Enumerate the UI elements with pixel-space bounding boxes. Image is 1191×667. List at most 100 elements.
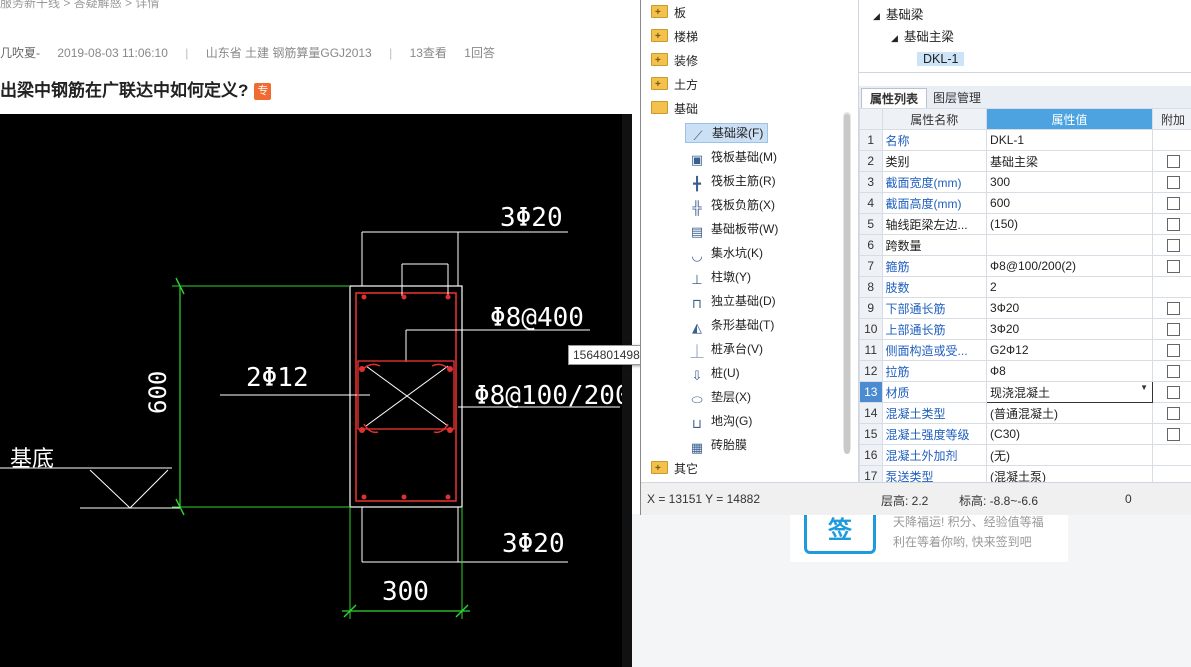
property-value-text: (普通混凝土) xyxy=(990,406,1059,421)
extra-checkbox[interactable] xyxy=(1166,260,1180,274)
property-value[interactable]: DKL-1 xyxy=(986,129,1153,151)
property-value[interactable]: 600 xyxy=(986,192,1153,214)
property-value[interactable]: Ф8 xyxy=(986,360,1153,382)
property-value[interactable]: (混凝土泵) xyxy=(986,465,1153,482)
tree-item[interactable]: ⇩ 桩(U) xyxy=(689,362,740,384)
property-value-text: (无) xyxy=(990,448,1011,463)
extra-checkbox[interactable] xyxy=(1166,428,1180,442)
property-row[interactable]: 15 混凝土强度等级 (C30) xyxy=(859,423,1191,445)
label-side-bars: 2Φ12 xyxy=(246,363,309,393)
extra-checkbox[interactable] xyxy=(1166,302,1180,316)
tree-item[interactable]: ⊔ 地沟(G) xyxy=(689,410,752,432)
tab-layer-mgmt[interactable]: 图层管理 xyxy=(925,88,989,108)
tree-item[interactable]: 其它 xyxy=(651,458,698,480)
property-header-row: 属性名称 属性值 附加 xyxy=(859,108,1191,130)
tree-item-label: 集水坑(K) xyxy=(711,246,763,260)
tree-item[interactable]: ⊥ 柱墩(Y) xyxy=(689,266,751,288)
row-index: 17 xyxy=(859,465,883,482)
construct-tree-leaf[interactable]: DKL-1 xyxy=(917,48,965,70)
glodon-window: 板楼梯装修土方基础 ⟋ 基础梁(F) ▣ 筏板基础(M) ╋ 筏板主筋(R) ╬ 筏板负筋(X)… xyxy=(640,0,1191,515)
tree-item[interactable]: 装修 xyxy=(651,50,698,72)
property-value[interactable]: (C30) xyxy=(986,423,1153,445)
property-value-text: (C30) xyxy=(990,427,1021,441)
property-row[interactable]: 1 名称 DKL-1 xyxy=(859,129,1191,151)
status-coords: X = 13151 Y = 14882 xyxy=(647,492,760,506)
construct-tree-root[interactable]: ◢ 基础梁 xyxy=(873,4,923,26)
property-value[interactable]: G2Ф12 xyxy=(986,339,1153,361)
author-name[interactable]: 几吹夏- xyxy=(0,46,40,60)
property-row[interactable]: 10 上部通长筋 3Ф20 xyxy=(859,318,1191,340)
breadcrumb[interactable]: 服务新干线 > 答疑解惑 > 详情 xyxy=(0,0,159,11)
construct-tree-child[interactable]: ◢ 基础主梁 xyxy=(891,26,954,48)
property-row[interactable]: 7 箍筋 Ф8@100/200(2) xyxy=(859,255,1191,277)
cad-drawing-image[interactable]: 3Φ20 Φ8@400 2Φ12 Φ8@100/200 基底 3Φ20 300 … xyxy=(0,114,632,667)
extra-checkbox[interactable] xyxy=(1166,323,1180,337)
property-row[interactable]: 14 混凝土类型 (普通混凝土) xyxy=(859,402,1191,424)
tree-item[interactable]: 基础 xyxy=(651,98,698,120)
extra-checkbox[interactable] xyxy=(1166,365,1180,379)
reply-count: 1回答 xyxy=(464,46,495,60)
property-row[interactable]: 13 材质 现浇混凝土 ▼ xyxy=(859,381,1191,403)
tree-item[interactable]: ◭ 条形基础(T) xyxy=(689,314,774,336)
property-value-text: DKL-1 xyxy=(990,133,1025,147)
col-value-header[interactable]: 属性值 xyxy=(986,108,1153,130)
tab-attr-list[interactable]: 属性列表 xyxy=(861,88,928,109)
property-value[interactable] xyxy=(986,234,1153,256)
property-value[interactable]: 2 xyxy=(986,276,1153,298)
tree-item[interactable]: ╋ 筏板主筋(R) xyxy=(689,170,776,192)
property-row[interactable]: 2 类别 基础主梁 xyxy=(859,150,1191,172)
extra-checkbox[interactable] xyxy=(1166,155,1180,169)
dropdown-arrow-icon[interactable]: ▼ xyxy=(1140,383,1148,392)
tree-item[interactable]: ⏊ 桩承台(V) xyxy=(689,338,763,360)
label-bottom-bars: 3Φ20 xyxy=(502,529,565,559)
tree-item[interactable]: ▤ 基础板带(W) xyxy=(689,218,778,240)
question-title-text: 出梁中钢筋在广联达中如何定义? xyxy=(0,81,249,100)
tree-item[interactable]: ▦ 砖胎膜 xyxy=(689,434,747,456)
property-row[interactable]: 16 混凝土外加剂 (无) xyxy=(859,444,1191,466)
property-value[interactable]: 3Ф20 xyxy=(986,297,1153,319)
extra-checkbox[interactable] xyxy=(1166,407,1180,421)
col-extra-header[interactable]: 附加 xyxy=(1152,108,1191,130)
property-value[interactable]: (无) xyxy=(986,444,1153,466)
property-row[interactable]: 6 跨数量 xyxy=(859,234,1191,256)
property-row[interactable]: 12 拉筋 Ф8 xyxy=(859,360,1191,382)
property-value-text: Ф8@100/200(2) xyxy=(990,259,1077,273)
property-value[interactable]: 300 xyxy=(986,171,1153,193)
extra-checkbox[interactable] xyxy=(1166,239,1180,253)
property-value[interactable]: Ф8@100/200(2) xyxy=(986,255,1153,277)
sign-in-icon[interactable]: 签 xyxy=(804,512,876,554)
extra-checkbox[interactable] xyxy=(1166,218,1180,232)
tree-item[interactable]: 板 xyxy=(651,2,686,24)
property-row[interactable]: 17 泵送类型 (混凝土泵) xyxy=(859,465,1191,482)
folder-icon xyxy=(651,2,668,24)
property-row[interactable]: 11 侧面构造或受... G2Ф12 xyxy=(859,339,1191,361)
property-row[interactable]: 4 截面高度(mm) 600 xyxy=(859,192,1191,214)
property-row[interactable]: 9 下部通长筋 3Ф20 xyxy=(859,297,1191,319)
folder-icon xyxy=(651,74,668,96)
property-row[interactable]: 5 轴线距梁左边... (150) xyxy=(859,213,1191,235)
tree-item[interactable]: ◡ 集水坑(K) xyxy=(689,242,763,264)
tree-item[interactable]: ⬭ 垫层(X) xyxy=(689,386,751,408)
extra-checkbox[interactable] xyxy=(1166,197,1180,211)
tree-item[interactable]: ⟋ 基础梁(F) xyxy=(685,122,769,144)
property-value[interactable]: 现浇混凝土 ▼ xyxy=(986,381,1153,403)
property-value[interactable]: 3Ф20 xyxy=(986,318,1153,340)
tree-scrollbar-thumb[interactable] xyxy=(844,114,850,454)
extra-checkbox[interactable] xyxy=(1166,386,1180,400)
extra-checkbox[interactable] xyxy=(1166,176,1180,190)
extra-cell xyxy=(1152,276,1191,298)
property-value[interactable]: (普通混凝土) xyxy=(986,402,1153,424)
tree-item[interactable]: 楼梯 xyxy=(651,26,698,48)
col-name-header[interactable]: 属性名称 xyxy=(881,108,988,130)
tree-item[interactable]: ⊓ 独立基础(D) xyxy=(689,290,776,312)
collapse-triangle-icon[interactable]: ◢ xyxy=(891,33,898,43)
tree-item[interactable]: ▣ 筏板基础(M) xyxy=(689,146,777,168)
collapse-triangle-icon[interactable]: ◢ xyxy=(873,11,880,21)
property-row[interactable]: 8 肢数 2 xyxy=(859,276,1191,298)
property-value[interactable]: (150) xyxy=(986,213,1153,235)
extra-checkbox[interactable] xyxy=(1166,344,1180,358)
property-row[interactable]: 3 截面宽度(mm) 300 xyxy=(859,171,1191,193)
tree-item[interactable]: 土方 xyxy=(651,74,698,96)
tree-item[interactable]: ╬ 筏板负筋(X) xyxy=(689,194,775,216)
property-value[interactable]: 基础主梁 xyxy=(986,150,1153,172)
